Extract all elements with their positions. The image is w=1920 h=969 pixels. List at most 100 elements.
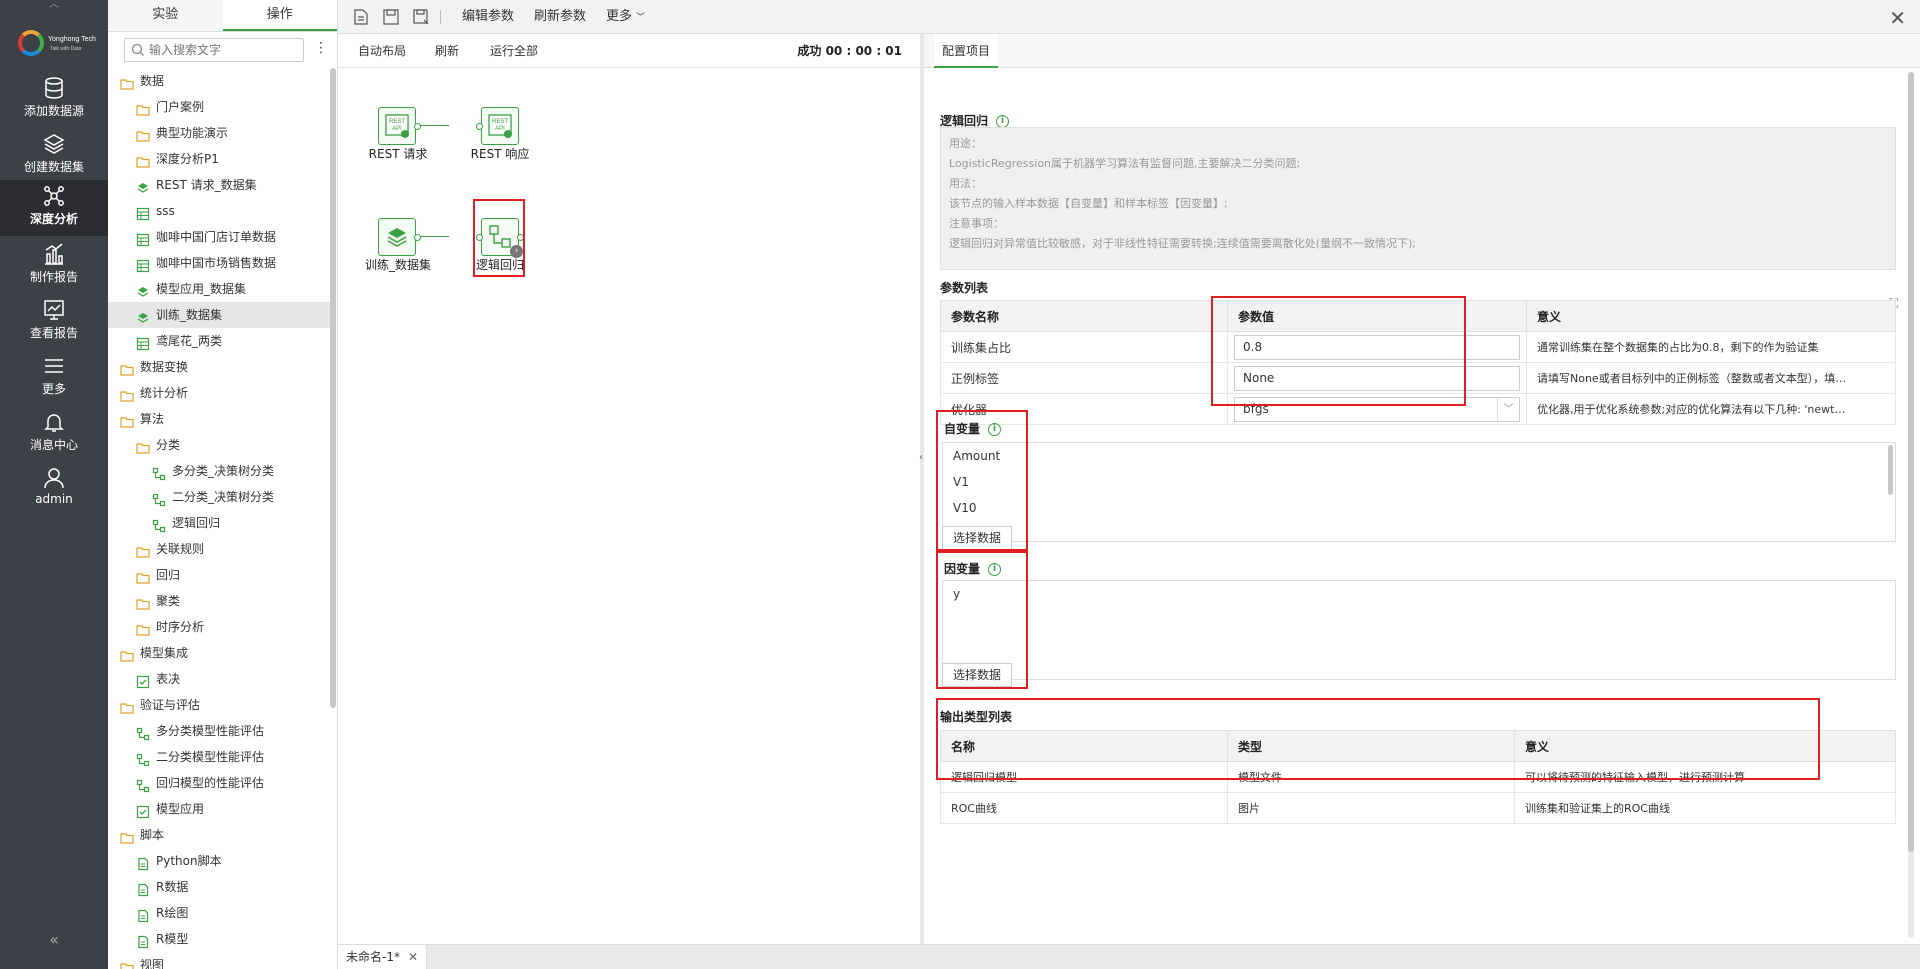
- tree-item[interactable]: 表决: [108, 666, 330, 692]
- output-port[interactable]: [414, 234, 421, 241]
- edit-params-button[interactable]: 编辑参数: [462, 0, 514, 34]
- indep-var-list[interactable]: AmountV1V10V104: [942, 442, 1896, 542]
- nav-message-center[interactable]: 消息中心: [0, 406, 108, 462]
- tree-item[interactable]: 模型应用_数据集: [108, 276, 330, 302]
- tree-item[interactable]: 门户案例: [108, 94, 330, 120]
- chevron-down-icon[interactable]: ﹀: [1497, 397, 1519, 421]
- param-input[interactable]: None: [1234, 365, 1520, 391]
- tab-config-items[interactable]: 配置项目: [934, 34, 999, 68]
- tree-item[interactable]: 数据变换: [108, 354, 330, 380]
- tree-item[interactable]: REST 请求_数据集: [108, 172, 330, 198]
- auto-layout-button[interactable]: 自动布局: [358, 34, 406, 68]
- node-logistic-regression[interactable]: ›: [476, 218, 524, 258]
- more-menu-button[interactable]: 更多 ﹀: [606, 0, 645, 34]
- tree-item[interactable]: Python脚本: [108, 848, 330, 874]
- tree-item[interactable]: 逻辑回归: [108, 510, 330, 536]
- tree-item[interactable]: 视图: [108, 952, 330, 969]
- dep-var-list[interactable]: y: [942, 580, 1896, 680]
- config-scrollbar[interactable]: [1908, 72, 1914, 938]
- workflow-canvas[interactable]: REST API REST 请求 REST API REST 响应 训练_数据集 ›…: [338, 68, 920, 944]
- output-port[interactable]: [517, 234, 524, 241]
- tree-item[interactable]: R绘图: [108, 900, 330, 926]
- tree-item[interactable]: 分类: [108, 432, 330, 458]
- tree-item[interactable]: 深度分析P1: [108, 146, 330, 172]
- nav-add-datasource[interactable]: 添加数据源: [0, 72, 108, 128]
- tab-experiment[interactable]: 实验: [108, 0, 223, 31]
- list-item[interactable]: Amount: [943, 443, 1895, 469]
- close-icon[interactable]: ✕: [1889, 6, 1906, 30]
- tree-search[interactable]: [124, 38, 304, 62]
- tree-item[interactable]: 模型应用: [108, 796, 330, 822]
- tree-scrollbar[interactable]: [330, 68, 336, 708]
- close-tab-icon[interactable]: ✕: [408, 950, 418, 964]
- input-port[interactable]: [476, 123, 483, 130]
- list-item[interactable]: V10: [943, 495, 1895, 521]
- output-port[interactable]: [414, 123, 421, 130]
- search-input[interactable]: [149, 41, 299, 59]
- list-item[interactable]: V1: [943, 469, 1895, 495]
- col-output-type: 类型: [1227, 730, 1515, 762]
- tree-item[interactable]: 回归: [108, 562, 330, 588]
- node-rest-request[interactable]: REST API: [378, 107, 421, 145]
- tree-item[interactable]: 咖啡中国市场销售数据: [108, 250, 330, 276]
- output-table: 名称 类型 意义 逻辑回归模型 模型文件 可以将待预测的特征输入模型，进行预测计算 R…: [940, 730, 1896, 824]
- list-scrollbar[interactable]: [1888, 445, 1893, 495]
- layers-icon: [387, 228, 407, 247]
- tree-item[interactable]: 时序分析: [108, 614, 330, 640]
- info-icon[interactable]: i: [988, 423, 1002, 436]
- tree-item[interactable]: 统计分析: [108, 380, 330, 406]
- tree-item[interactable]: R数据: [108, 874, 330, 900]
- new-file-icon[interactable]: [352, 8, 370, 26]
- tree-item[interactable]: 咖啡中国门店订单数据: [108, 224, 330, 250]
- tree-item[interactable]: 聚类: [108, 588, 330, 614]
- tree-item[interactable]: 多分类_决策树分类: [108, 458, 330, 484]
- nav-deep-analysis[interactable]: 深度分析: [0, 180, 108, 236]
- nav-more[interactable]: 更多: [0, 350, 108, 406]
- nav-create-dataset[interactable]: 创建数据集: [0, 128, 108, 184]
- more-vertical-icon[interactable]: ⋮: [314, 41, 328, 55]
- tree-item[interactable]: 二分类_决策树分类: [108, 484, 330, 510]
- check-icon: [136, 672, 150, 689]
- tree-item[interactable]: 数据: [108, 68, 330, 94]
- tree-item[interactable]: 验证与评估: [108, 692, 330, 718]
- refresh-params-button[interactable]: 刷新参数: [534, 0, 586, 34]
- scroll-thumb[interactable]: [1908, 72, 1914, 852]
- tree-item[interactable]: 典型功能演示: [108, 120, 330, 146]
- chevron-up-icon[interactable]: ︿: [0, 0, 108, 12]
- tree-item[interactable]: 算法: [108, 406, 330, 432]
- tree-item[interactable]: 二分类模型性能评估: [108, 744, 330, 770]
- refresh-button[interactable]: 刷新: [435, 34, 459, 68]
- more-label: 更多: [606, 9, 633, 24]
- tree-item[interactable]: sss: [108, 198, 330, 224]
- param-input[interactable]: 0.8: [1234, 334, 1520, 360]
- select-indep-data-button[interactable]: 选择数据: [942, 526, 1013, 550]
- run-all-button[interactable]: 运行全部: [490, 34, 538, 68]
- node-label: 训练_数据集: [364, 258, 431, 272]
- tree-item[interactable]: 回归模型的性能评估: [108, 770, 330, 796]
- doc-tab[interactable]: 未命名-1* ✕: [338, 945, 428, 969]
- collapse-nav-icon[interactable]: «: [0, 930, 108, 949]
- save-icon[interactable]: [382, 8, 400, 26]
- list-item[interactable]: y: [943, 581, 1895, 607]
- tree-item[interactable]: 鸢尾花_两类: [108, 328, 330, 354]
- tree-item[interactable]: 训练_数据集: [108, 302, 330, 328]
- input-port[interactable]: [476, 234, 483, 241]
- nav-user[interactable]: admin: [0, 462, 108, 518]
- tree-item[interactable]: 关联规则: [108, 536, 330, 562]
- tree-item[interactable]: 模型集成: [108, 640, 330, 666]
- select-dep-data-button[interactable]: 选择数据: [942, 663, 1013, 687]
- param-select[interactable]: bfgs ﹀: [1234, 396, 1520, 422]
- node-rest-response[interactable]: REST API: [476, 107, 519, 145]
- info-icon[interactable]: i: [988, 563, 1002, 576]
- node-train-dataset[interactable]: [378, 218, 421, 256]
- tab-operation[interactable]: 操作: [222, 0, 337, 31]
- svg-text:REST: REST: [389, 119, 405, 125]
- nav-make-report[interactable]: 制作报告: [0, 238, 108, 294]
- save-as-icon[interactable]: [412, 8, 430, 26]
- chevron-left-icon[interactable]: ‹: [919, 452, 923, 463]
- tree-item[interactable]: 多分类模型性能评估: [108, 718, 330, 744]
- tree-item[interactable]: R模型: [108, 926, 330, 952]
- nav-view-report[interactable]: 查看报告: [0, 294, 108, 350]
- list-item[interactable]: V104: [943, 521, 1895, 547]
- tree-item[interactable]: 脚本: [108, 822, 330, 848]
